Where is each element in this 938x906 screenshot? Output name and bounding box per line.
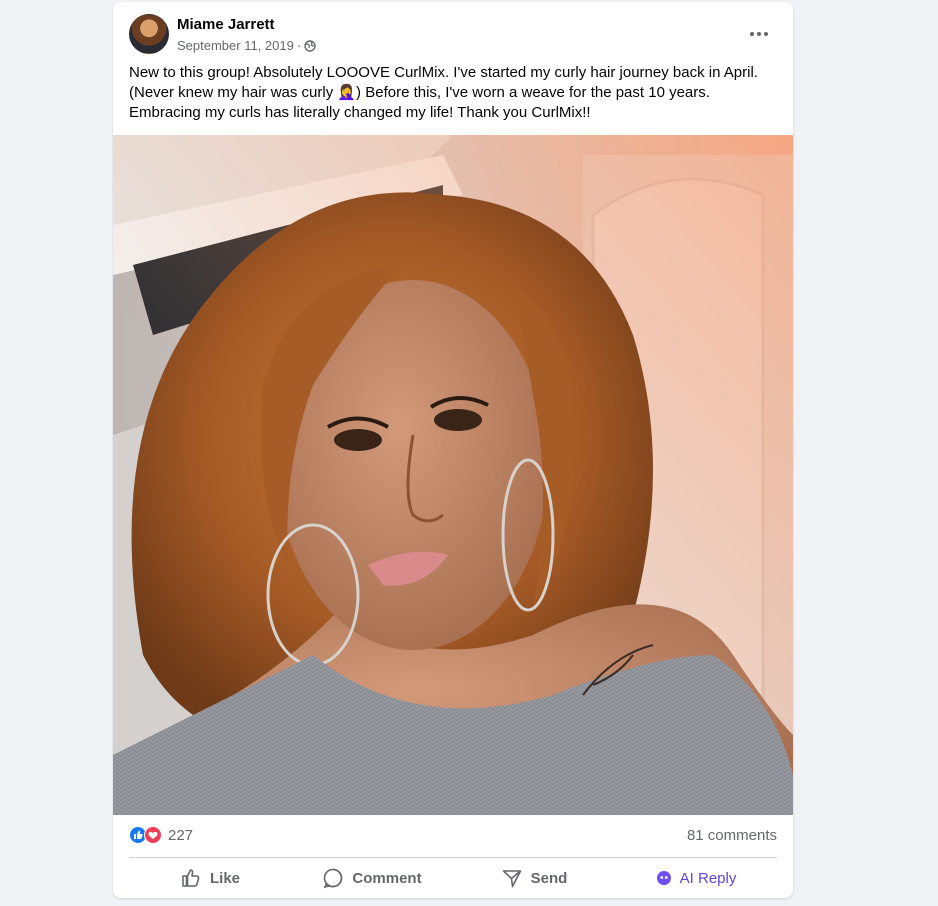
meta-separator: · (296, 38, 302, 53)
reactions-row: 227 81 comments (129, 824, 777, 846)
post-date[interactable]: September 11, 2019 (177, 38, 294, 53)
post-meta: September 11, 2019 · (177, 38, 316, 53)
divider (129, 857, 777, 858)
selfie-image (113, 135, 793, 815)
love-reaction-icon (144, 826, 162, 844)
reactions-summary[interactable]: 227 (129, 826, 193, 844)
globe-icon (304, 39, 316, 52)
post-photo[interactable] (113, 135, 793, 815)
like-label: Like (209, 869, 240, 887)
ai-reply-label: AI Reply (679, 869, 737, 887)
post-card: Miame Jarrett September 11, 2019 · New t… (113, 2, 793, 898)
post-text: New to this group! Absolutely LOOOVE Cur… (129, 63, 779, 123)
more-icon (750, 32, 768, 36)
thumbs-up-icon (182, 869, 200, 887)
more-options-button[interactable] (741, 16, 777, 52)
post-header: Miame Jarrett September 11, 2019 · (113, 2, 793, 62)
ai-reply-button[interactable]: AI Reply (615, 860, 777, 896)
author-name[interactable]: Miame Jarrett (177, 16, 275, 33)
comments-count[interactable]: 81 comments (687, 827, 777, 844)
ai-sparkle-icon (656, 871, 671, 885)
comment-label: Comment (352, 869, 422, 887)
reaction-icons (129, 826, 162, 844)
send-button[interactable]: Send (453, 860, 615, 896)
like-button[interactable]: Like (129, 860, 291, 896)
avatar[interactable] (129, 14, 169, 54)
comment-icon (323, 868, 343, 889)
post-text-line: Embracing my curls has literally changed… (129, 104, 591, 121)
send-label: Send (530, 869, 568, 887)
comment-button[interactable]: Comment (291, 860, 453, 896)
reaction-count: 227 (168, 826, 194, 844)
post-text-line: (Never knew my hair was curly 🤦‍♀️) Befo… (129, 84, 710, 101)
send-icon (502, 870, 521, 888)
post-text-line: New to this group! Absolutely LOOOVE Cur… (129, 64, 758, 81)
action-bar: Like Comment Send AI Reply (129, 860, 777, 896)
